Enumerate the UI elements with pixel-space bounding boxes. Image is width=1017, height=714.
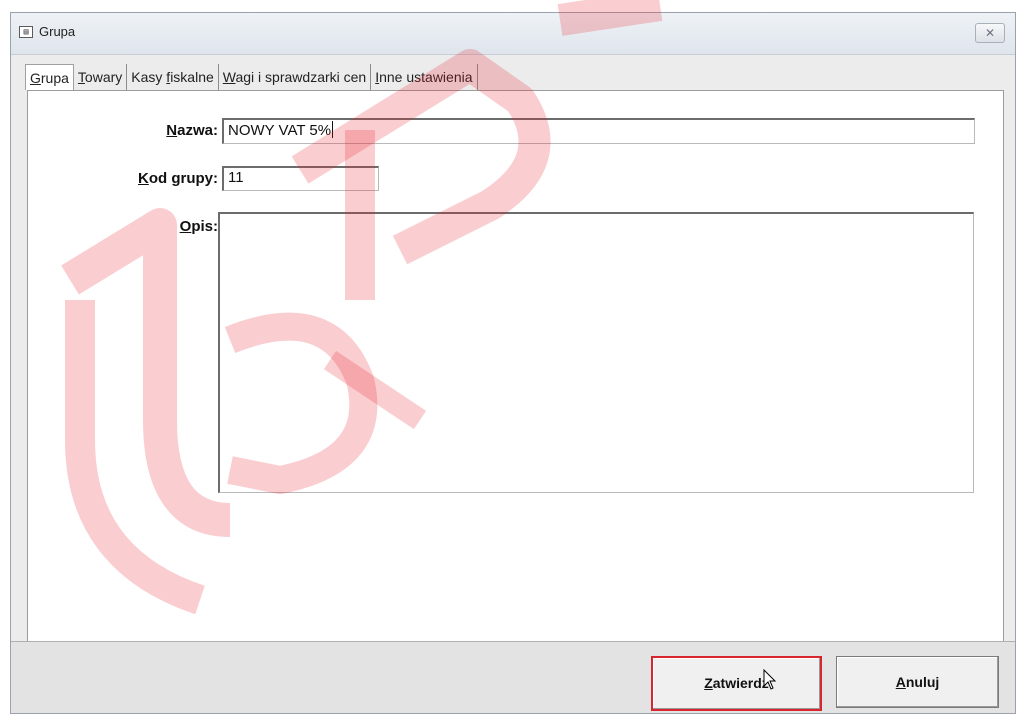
name-label: Nazwa: (166, 122, 218, 139)
tab-bar: Grupa Towary Kasy fiskalne Wagi i sprawd… (25, 64, 478, 90)
dialog-window: ▤ Grupa ✕ Grupa Towary Kasy fiskalne Wag… (10, 12, 1016, 714)
tab-panel-grupa: Nazwa: NOWY VAT 5% Kod grupy: 11 Opis: (27, 90, 1004, 645)
close-icon: ✕ (984, 26, 996, 40)
close-button[interactable]: ✕ (975, 23, 1005, 43)
tab-towary[interactable]: Towary (74, 64, 128, 90)
form-window-icon: ▤ (19, 26, 33, 38)
title-bar: ▤ Grupa ✕ (11, 13, 1015, 55)
group-code-input[interactable]: 11 (222, 166, 379, 191)
confirm-button[interactable]: Zatwierdź (651, 656, 822, 711)
tab-kasy-fiskalne[interactable]: Kasy fiskalne (127, 64, 219, 90)
text-caret (332, 121, 334, 138)
window-title: Grupa (39, 24, 76, 39)
description-textarea[interactable] (218, 212, 974, 493)
tab-wagi-i-sprawdzarki-cen[interactable]: Wagi i sprawdzarki cen (219, 64, 372, 90)
cancel-button[interactable]: Anuluj (836, 656, 999, 708)
button-bar: Zatwierdź Anuluj (11, 641, 1015, 713)
tab-inne-ustawienia[interactable]: Inne ustawienia (371, 64, 478, 90)
description-label: Opis: (179, 218, 218, 235)
group-code-label: Kod grupy: (138, 170, 218, 187)
name-input[interactable]: NOWY VAT 5% (222, 118, 975, 144)
tab-grupa[interactable]: Grupa (25, 64, 74, 90)
mouse-pointer-icon (763, 669, 777, 690)
